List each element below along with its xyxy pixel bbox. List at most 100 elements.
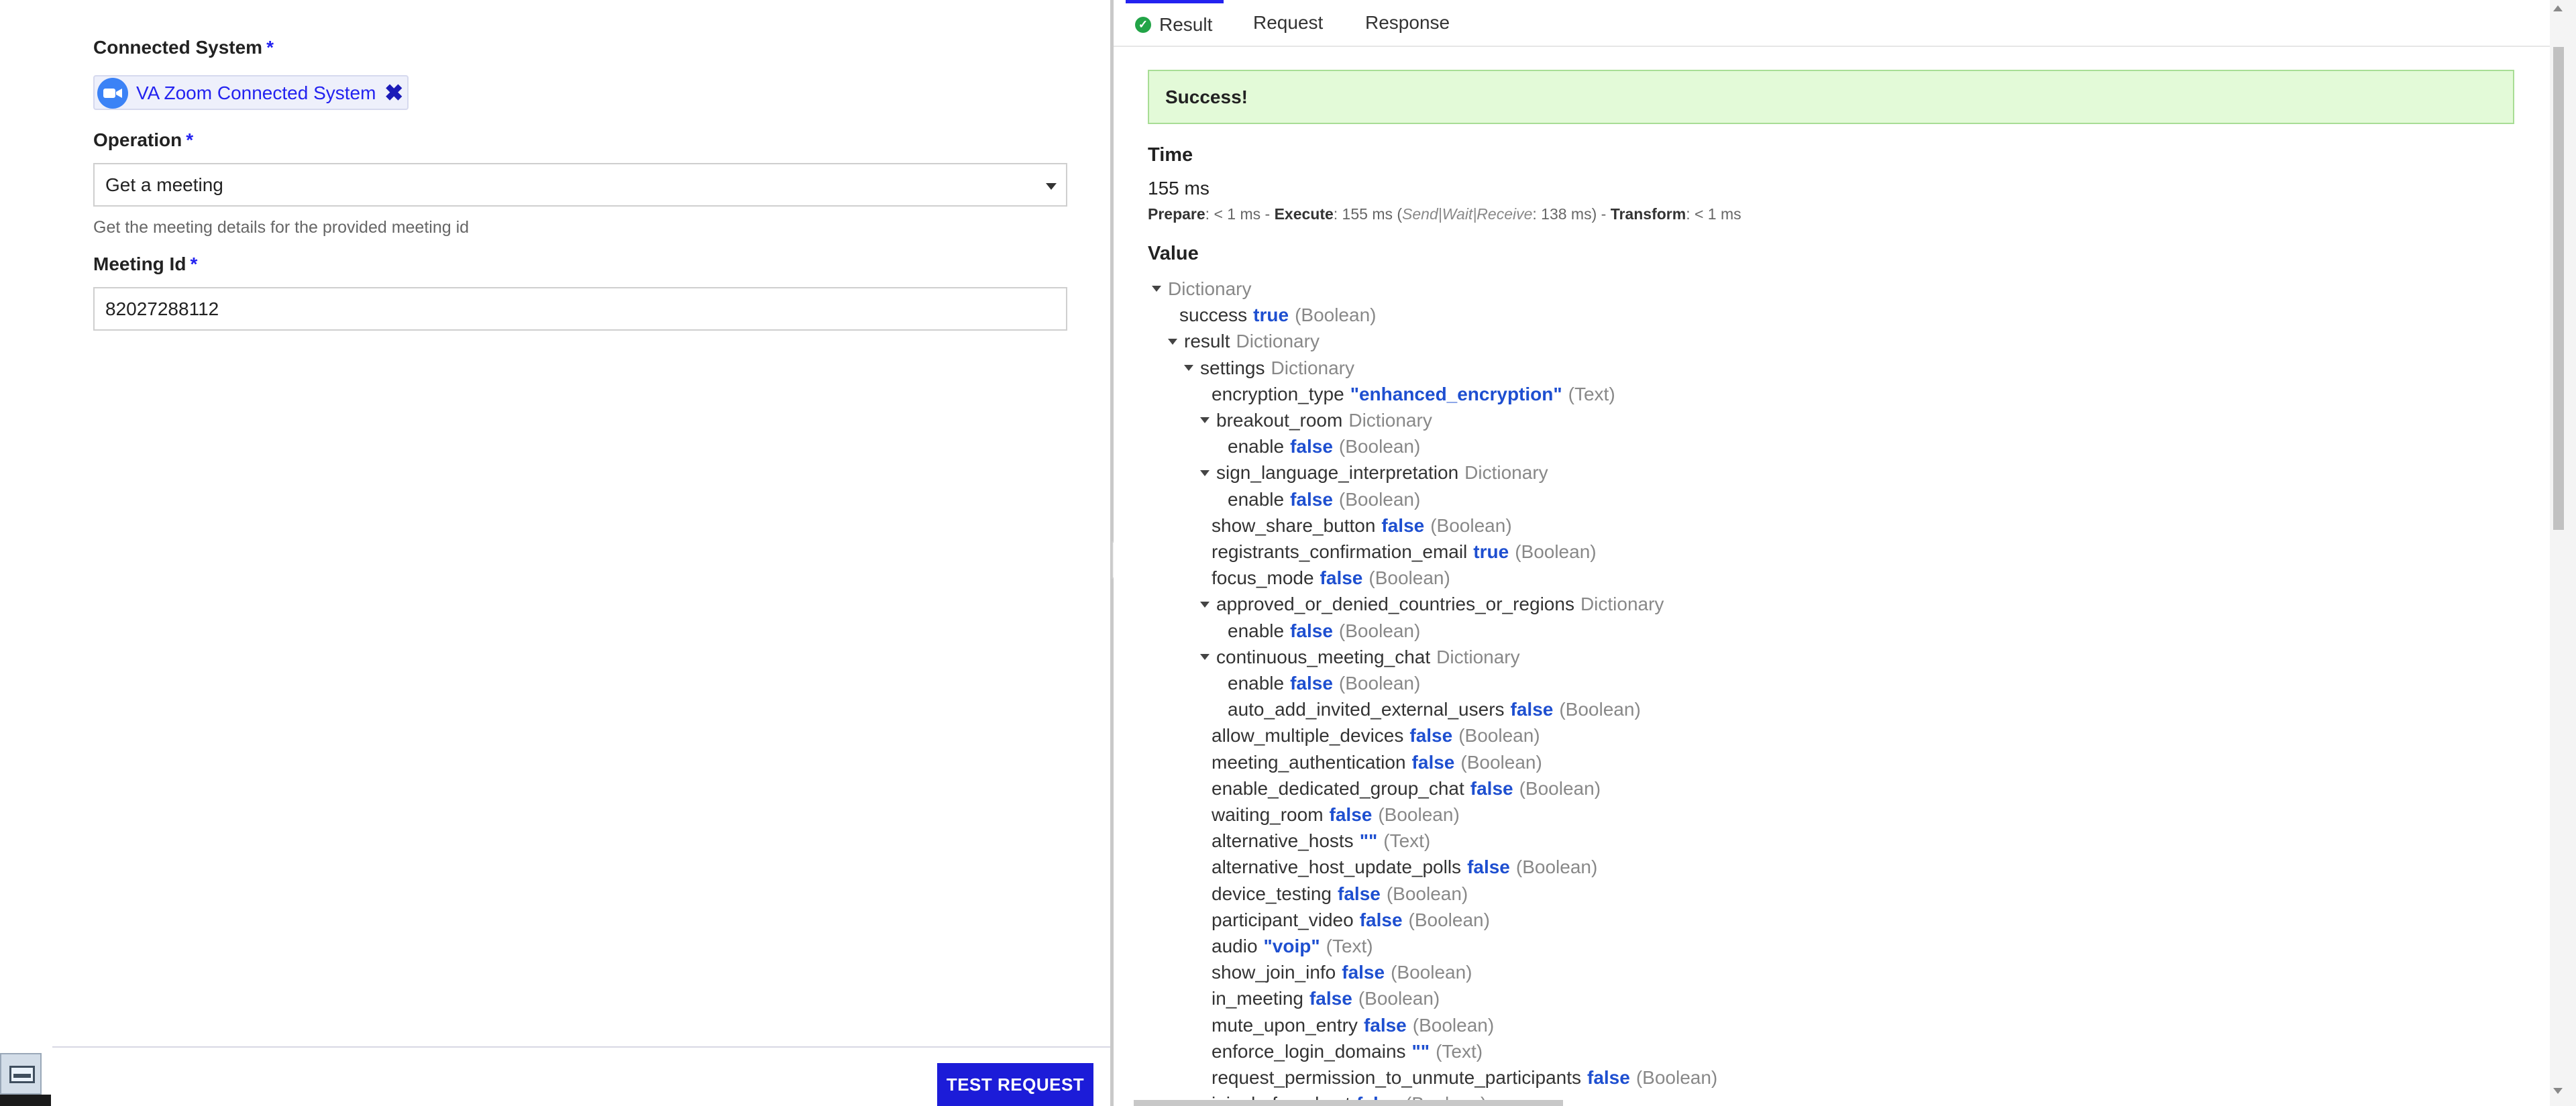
tab-response[interactable]: Response — [1365, 0, 1450, 46]
tree-key: participant_video — [1212, 909, 1354, 930]
tree-type: (Boolean) — [1295, 305, 1377, 326]
request-form-panel: Connected System * VA Zoom Connected Syst… — [0, 0, 1110, 1106]
expand-caret-icon[interactable] — [1200, 417, 1210, 424]
tree-type: (Boolean) — [1430, 514, 1512, 536]
tree-row[interactable]: settings Dictionary — [1184, 355, 1354, 381]
tree-row: participant_video false (Boolean) — [1212, 907, 1490, 933]
tree-type: (Text) — [1436, 1040, 1483, 1062]
tree-row[interactable]: Dictionary — [1152, 276, 1251, 302]
tree-key: focus_mode — [1212, 567, 1314, 589]
tree-type: (Boolean) — [1412, 1014, 1495, 1036]
tree-row: enforce_login_domains "" (Text) — [1212, 1038, 1483, 1064]
tree-value: false — [1290, 673, 1333, 694]
scrollbar-thumb[interactable] — [2553, 47, 2564, 530]
tree-key: mute_upon_entry — [1212, 1014, 1358, 1036]
tree-value: false — [1510, 699, 1554, 720]
expand-caret-icon[interactable] — [1200, 601, 1210, 608]
tree-key: success — [1179, 305, 1248, 326]
tree-row: waiting_room false (Boolean) — [1212, 801, 1460, 828]
timing-breakdown: Prepare: < 1 ms - Execute: 155 ms (Send|… — [1148, 205, 1741, 223]
tree-key: continuous_meeting_chat — [1216, 646, 1431, 667]
tab-request[interactable]: Request — [1253, 0, 1323, 46]
tree-type: (Boolean) — [1358, 988, 1440, 1009]
tree-key: allow_multiple_devices — [1212, 725, 1404, 746]
operation-dropdown[interactable]: Get a meeting — [93, 163, 1067, 207]
expand-caret-icon[interactable] — [1200, 653, 1210, 660]
tree-type: (Boolean) — [1338, 488, 1421, 510]
tree-type: (Text) — [1326, 936, 1373, 956]
operation-help-text: Get the meeting details for the provided… — [93, 218, 470, 237]
tree-type: (Boolean) — [1391, 962, 1472, 983]
tree-type: Dictionary — [1348, 410, 1432, 431]
tree-value: "" — [1359, 830, 1378, 852]
tree-row: audio "voip" (Text) — [1212, 933, 1373, 959]
tree-type: (Boolean) — [1515, 541, 1597, 562]
tree-type: (Boolean) — [1338, 436, 1421, 457]
meeting-id-input[interactable]: 82027288112 — [93, 287, 1067, 331]
tree-row: show_join_info false (Boolean) — [1212, 959, 1472, 985]
taskbar-edge — [0, 1095, 51, 1106]
tree-row[interactable]: result Dictionary — [1168, 328, 1320, 354]
meeting-id-value[interactable]: 82027288112 — [105, 298, 219, 320]
value-title: Value — [1148, 243, 1199, 264]
tree-value: "voip" — [1263, 936, 1320, 956]
required-marker: * — [266, 37, 274, 58]
expand-caret-icon[interactable] — [1200, 469, 1210, 476]
tree-key: in_meeting — [1212, 988, 1303, 1009]
tree-key: registrants_confirmation_email — [1212, 541, 1468, 562]
tree-key: alternative_host_update_polls — [1212, 856, 1462, 878]
expand-caret-icon[interactable] — [1152, 286, 1161, 292]
expand-caret-icon[interactable] — [1184, 364, 1193, 371]
expand-caret-icon[interactable] — [1168, 338, 1177, 345]
test-request-button[interactable]: TEST REQUEST — [937, 1063, 1093, 1106]
horizontal-scrollbar-thumb[interactable] — [1134, 1100, 1563, 1106]
meeting-id-label: Meeting Id * — [93, 254, 198, 274]
tree-value: "enhanced_encryption" — [1350, 383, 1562, 404]
tree-row: device_testing false (Boolean) — [1212, 881, 1468, 907]
tab-result[interactable]: ✓ Result — [1126, 0, 1224, 46]
time-value: 155 ms — [1148, 178, 1210, 199]
tree-value: false — [1411, 751, 1455, 773]
tree-key: auto_add_invited_external_users — [1228, 699, 1505, 720]
tree-key: encryption_type — [1212, 383, 1344, 404]
tree-value: false — [1290, 620, 1333, 641]
tree-row[interactable]: breakout_room Dictionary — [1200, 407, 1432, 433]
tree-type: (Boolean) — [1408, 909, 1490, 930]
tree-value: false — [1320, 567, 1363, 589]
tree-key: enforce_login_domains — [1212, 1040, 1406, 1062]
footer-divider — [52, 1046, 1110, 1048]
tree-key: request_permission_to_unmute_participant… — [1212, 1067, 1581, 1088]
tree-key: enable — [1228, 488, 1285, 510]
close-icon[interactable]: ✖ — [384, 80, 404, 107]
tree-key: alternative_hosts — [1212, 830, 1354, 852]
connected-system-label: Connected System * — [93, 37, 274, 58]
scroll-up-icon[interactable] — [2553, 5, 2563, 11]
video-camera-icon — [97, 78, 128, 109]
tree-type: (Boolean) — [1386, 883, 1468, 904]
tree-row: enable false (Boolean) — [1228, 618, 1420, 644]
chevron-down-icon[interactable] — [1046, 183, 1057, 190]
tree-key: approved_or_denied_countries_or_regions — [1216, 594, 1574, 615]
tree-row: meeting_authentication false (Boolean) — [1212, 749, 1542, 775]
tree-type: Dictionary — [1436, 646, 1520, 667]
tree-type: (Boolean) — [1338, 673, 1421, 694]
tree-value: false — [1381, 514, 1425, 536]
tree-row: focus_mode false (Boolean) — [1212, 565, 1450, 591]
tree-value: false — [1290, 488, 1333, 510]
scroll-down-icon[interactable] — [2553, 1088, 2563, 1094]
screenshot-app-icon[interactable] — [0, 1053, 42, 1095]
connected-system-chip-label[interactable]: VA Zoom Connected System — [136, 82, 376, 104]
required-marker: * — [186, 129, 194, 150]
tree-row: auto_add_invited_external_users false (Boo… — [1228, 696, 1641, 722]
tree-row[interactable]: sign_language_interpretation Dictionary — [1200, 459, 1548, 486]
connected-system-chip[interactable]: VA Zoom Connected System ✖ — [93, 75, 409, 110]
tree-row: alternative_host_update_polls false (Boole… — [1212, 854, 1597, 880]
tree-row[interactable]: continuous_meeting_chat Dictionary — [1200, 644, 1520, 670]
tree-value: false — [1309, 988, 1352, 1009]
tree-type: (Boolean) — [1458, 725, 1540, 746]
tree-row: in_meeting false (Boolean) — [1212, 985, 1440, 1011]
tree-value: true — [1473, 541, 1509, 562]
tree-type: Dictionary — [1168, 278, 1252, 299]
tree-key: settings — [1200, 357, 1265, 378]
tree-row[interactable]: approved_or_denied_countries_or_regions D… — [1200, 591, 1664, 617]
